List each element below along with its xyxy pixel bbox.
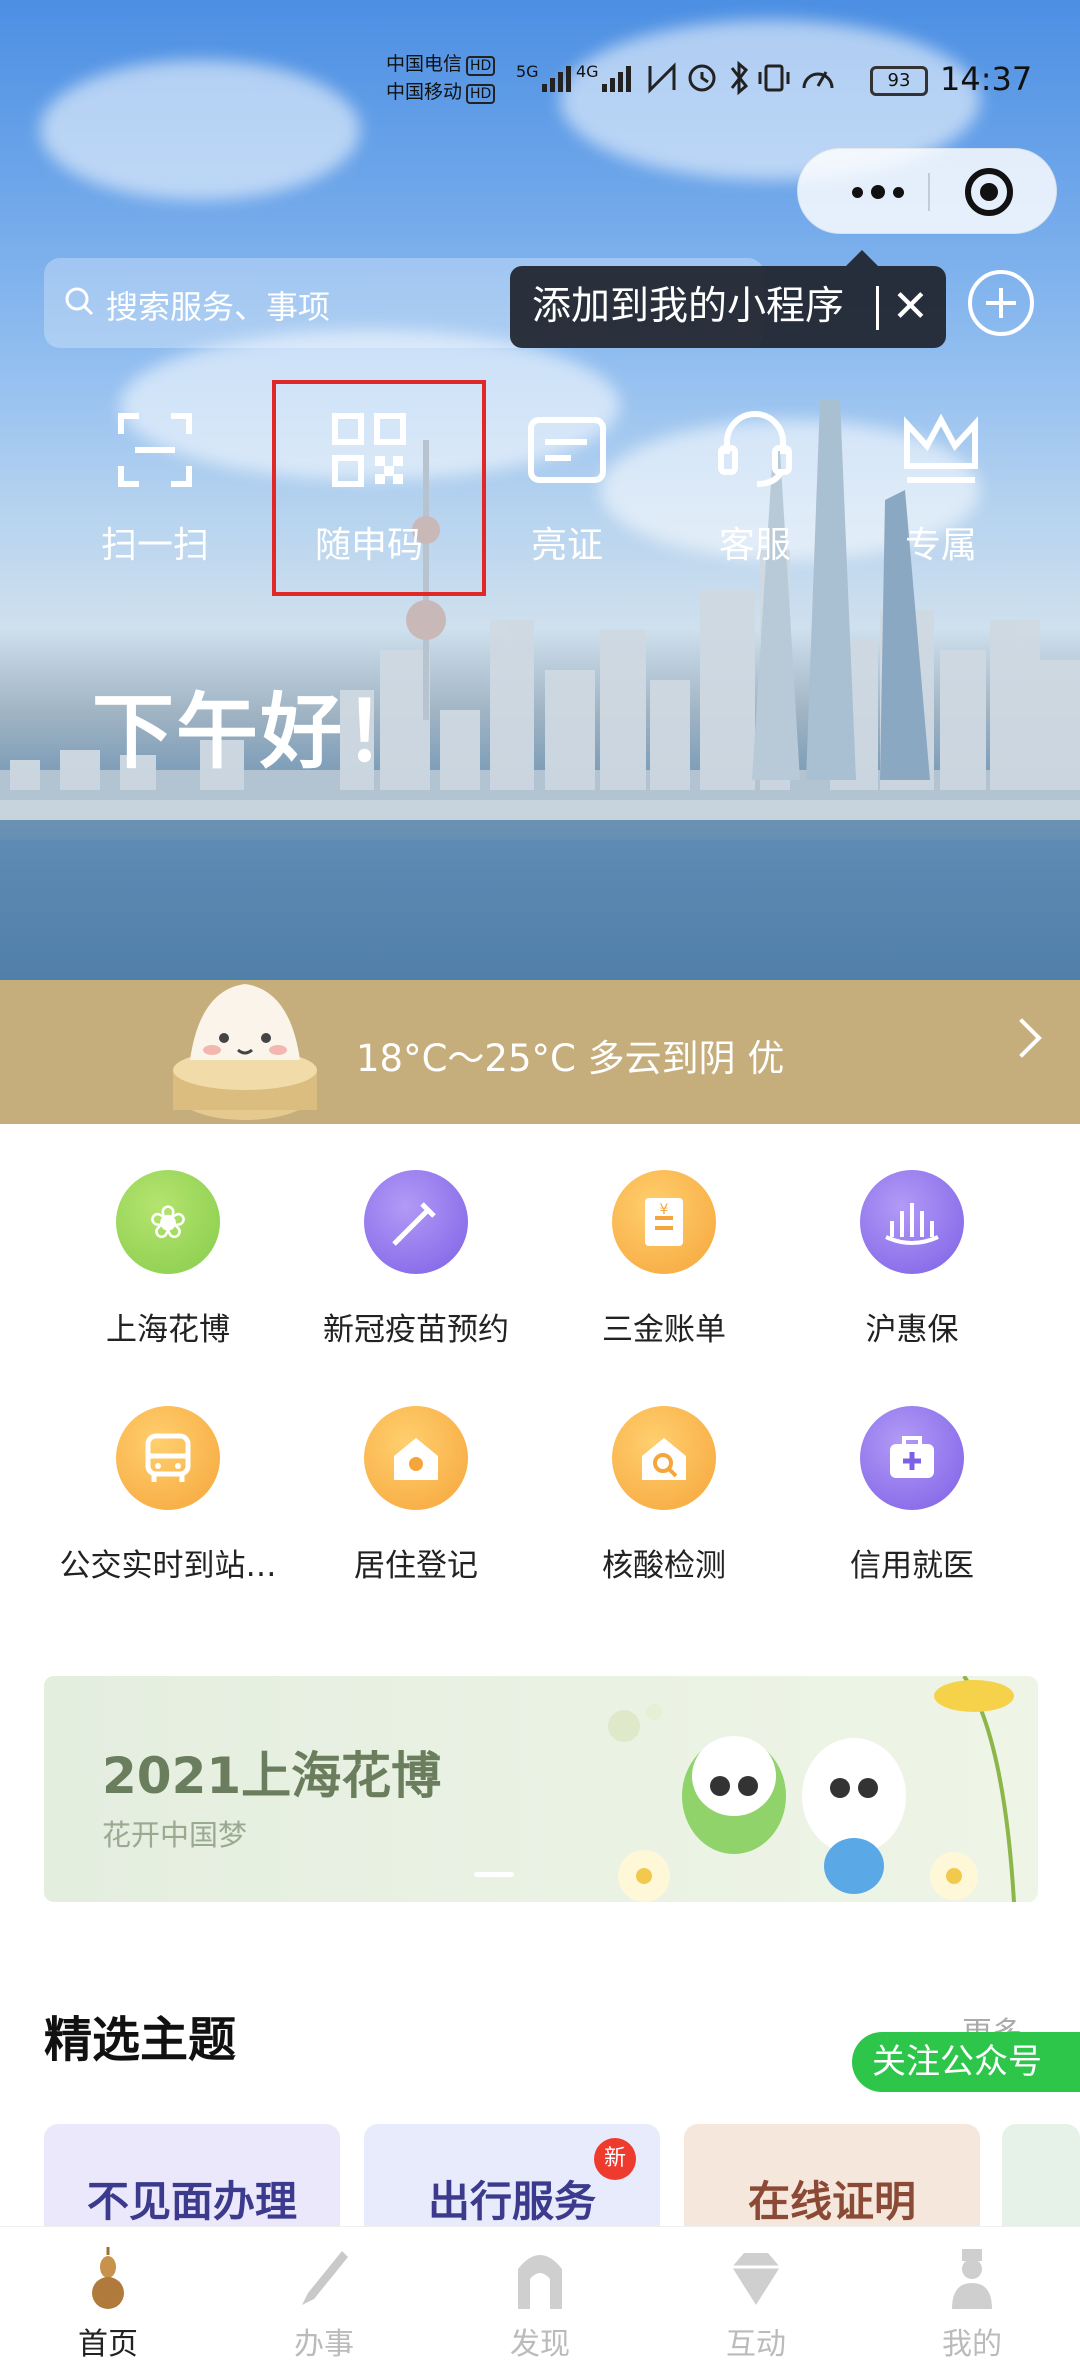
new-badge: 新 [594, 2138, 636, 2180]
network-4g-label: 4G [576, 62, 599, 81]
headset-icon [718, 411, 792, 487]
signal-icon [602, 66, 631, 92]
service-label: 三金账单 [602, 1312, 726, 1348]
service-bill[interactable]: ¥ 三金账单 [540, 1170, 788, 1349]
bottom-tab-bar: 首页 办事 发现 互动 我的 [0, 2226, 1080, 2376]
service-label: 信用就医 [850, 1548, 974, 1584]
status-icons [648, 60, 834, 96]
service-credit-medical[interactable]: 信用就医 [788, 1406, 1036, 1585]
tab-label: 我的 [942, 2327, 1002, 2362]
banner-subtitle: 花开中国梦 [102, 1818, 248, 1852]
theme-card-partial[interactable] [1002, 2124, 1080, 2234]
test-icon [612, 1406, 716, 1510]
search-placeholder: 搜索服务、事项 [106, 288, 331, 326]
brush-icon [302, 2251, 348, 2305]
id-card-icon [528, 417, 606, 483]
quick-action-label: 客服 [718, 525, 791, 566]
weather-text: 18°C～25°C 多云到阴 优 [356, 1037, 785, 1080]
miniprogram-capsule [797, 148, 1057, 234]
theme-card-online-certificate[interactable]: 在线证明 [684, 2124, 980, 2234]
search-icon [65, 287, 94, 316]
service-label: 上海花博 [106, 1312, 230, 1348]
service-label: 公交实时到站… [59, 1548, 277, 1584]
quick-action-id-card[interactable]: 亮证 [472, 410, 662, 568]
service-residence-registration[interactable]: 居住登记 [292, 1406, 540, 1585]
hd-badge: HD [466, 84, 496, 104]
nfc-icon [648, 62, 676, 94]
capsule-divider [928, 173, 930, 211]
flower-icon: ❀ [116, 1170, 220, 1274]
close-miniprogram-button[interactable] [965, 168, 1013, 216]
follow-official-account-button[interactable]: 关注公众号 [852, 2032, 1080, 2092]
carousel-indicator [474, 1872, 514, 1877]
service-shanghai-flower-expo[interactable]: ❀ 上海花博 [44, 1170, 292, 1349]
quick-action-exclusive[interactable]: 专属 [846, 410, 1036, 568]
tab-discover[interactable]: 发现 [432, 2227, 648, 2376]
crown-icon [904, 413, 978, 483]
tab-me[interactable]: 我的 [864, 2227, 1080, 2376]
add-button[interactable] [968, 270, 1034, 336]
clock: 14:37 [940, 60, 1033, 98]
service-label: 居住登记 [354, 1548, 478, 1584]
flower-expo-banner[interactable]: 2021上海花博 花开中国梦 [44, 1676, 1038, 1902]
hd-badge: HD [466, 56, 496, 76]
tab-label: 发现 [510, 2327, 570, 2362]
svg-text:¥: ¥ [660, 1202, 669, 1218]
service-vaccine-booking[interactable]: 新冠疫苗预约 [292, 1170, 540, 1349]
quick-action-scan[interactable]: 扫一扫 [60, 410, 250, 568]
signal-icon [542, 66, 571, 92]
service-label: 核酸检测 [602, 1548, 726, 1584]
quick-action-customer-service[interactable]: 客服 [660, 410, 850, 568]
diamond-icon [732, 2253, 780, 2305]
tab-label: 互动 [726, 2327, 786, 2362]
tab-label: 首页 [78, 2327, 138, 2362]
banner-title: 2021上海花博 [102, 1747, 442, 1805]
gate-icon [518, 2255, 562, 2309]
add-miniprogram-tooltip: 添加到我的小程序 ✕ [510, 250, 946, 348]
vibrate-icon [764, 64, 784, 92]
tab-services[interactable]: 办事 [216, 2227, 432, 2376]
greeting: 下午好！ [92, 685, 429, 780]
chevron-right-icon [1002, 1018, 1042, 1058]
gourd-icon [92, 2247, 124, 2309]
tab-home[interactable]: 首页 [0, 2227, 216, 2376]
section-title: 精选主题 [44, 2012, 237, 2068]
house-icon [364, 1406, 468, 1510]
bus-icon [116, 1406, 220, 1510]
syringe-icon [364, 1170, 468, 1274]
scan-icon [118, 413, 192, 487]
bluetooth-icon [730, 60, 749, 96]
theme-card-no-meeting[interactable]: 不见面办理 [44, 2124, 340, 2234]
quick-action-label: 亮证 [530, 525, 603, 566]
carrier-labels: 中国电信 HD 中国移动 HD [386, 50, 496, 106]
bill-icon: ¥ [612, 1170, 716, 1274]
carrier-2: 中国移动 [386, 81, 463, 103]
service-nucleic-acid-test[interactable]: 核酸检测 [540, 1406, 788, 1585]
flower-mascots-illustration [608, 1676, 1016, 1902]
tooltip-divider [876, 286, 879, 330]
quick-action-label: 扫一扫 [100, 525, 209, 566]
battery-indicator: 93 [870, 66, 928, 96]
service-label: 新冠疫苗预约 [323, 1312, 509, 1348]
quick-action-label: 专属 [904, 525, 977, 566]
theme-card-label: 在线证明 [747, 2177, 916, 2226]
lotus-icon [860, 1170, 964, 1274]
service-bus-arrival[interactable]: 公交实时到站… [44, 1406, 292, 1585]
tooltip-close-button[interactable]: ✕ [892, 266, 929, 348]
theme-card-label: 不见面办理 [86, 2177, 297, 2226]
carrier-1: 中国电信 [386, 53, 463, 75]
service-huhuibao[interactable]: 沪惠保 [788, 1170, 1036, 1349]
tab-interact[interactable]: 互动 [648, 2227, 864, 2376]
more-menu-button[interactable] [828, 149, 928, 235]
network-5g-label: 5G [516, 62, 539, 81]
status-bar: 中国电信 HD 中国移动 HD 5G 4G 93 14:37 [380, 50, 1040, 110]
tooltip-text: 添加到我的小程序 [532, 284, 845, 329]
tab-label: 办事 [294, 2327, 354, 2362]
person-icon [952, 2249, 992, 2309]
highlight-box [272, 380, 486, 596]
medical-kit-icon [860, 1406, 964, 1510]
bun-mascot-icon [173, 984, 317, 1120]
cloud [40, 60, 360, 200]
service-label: 沪惠保 [865, 1312, 959, 1348]
